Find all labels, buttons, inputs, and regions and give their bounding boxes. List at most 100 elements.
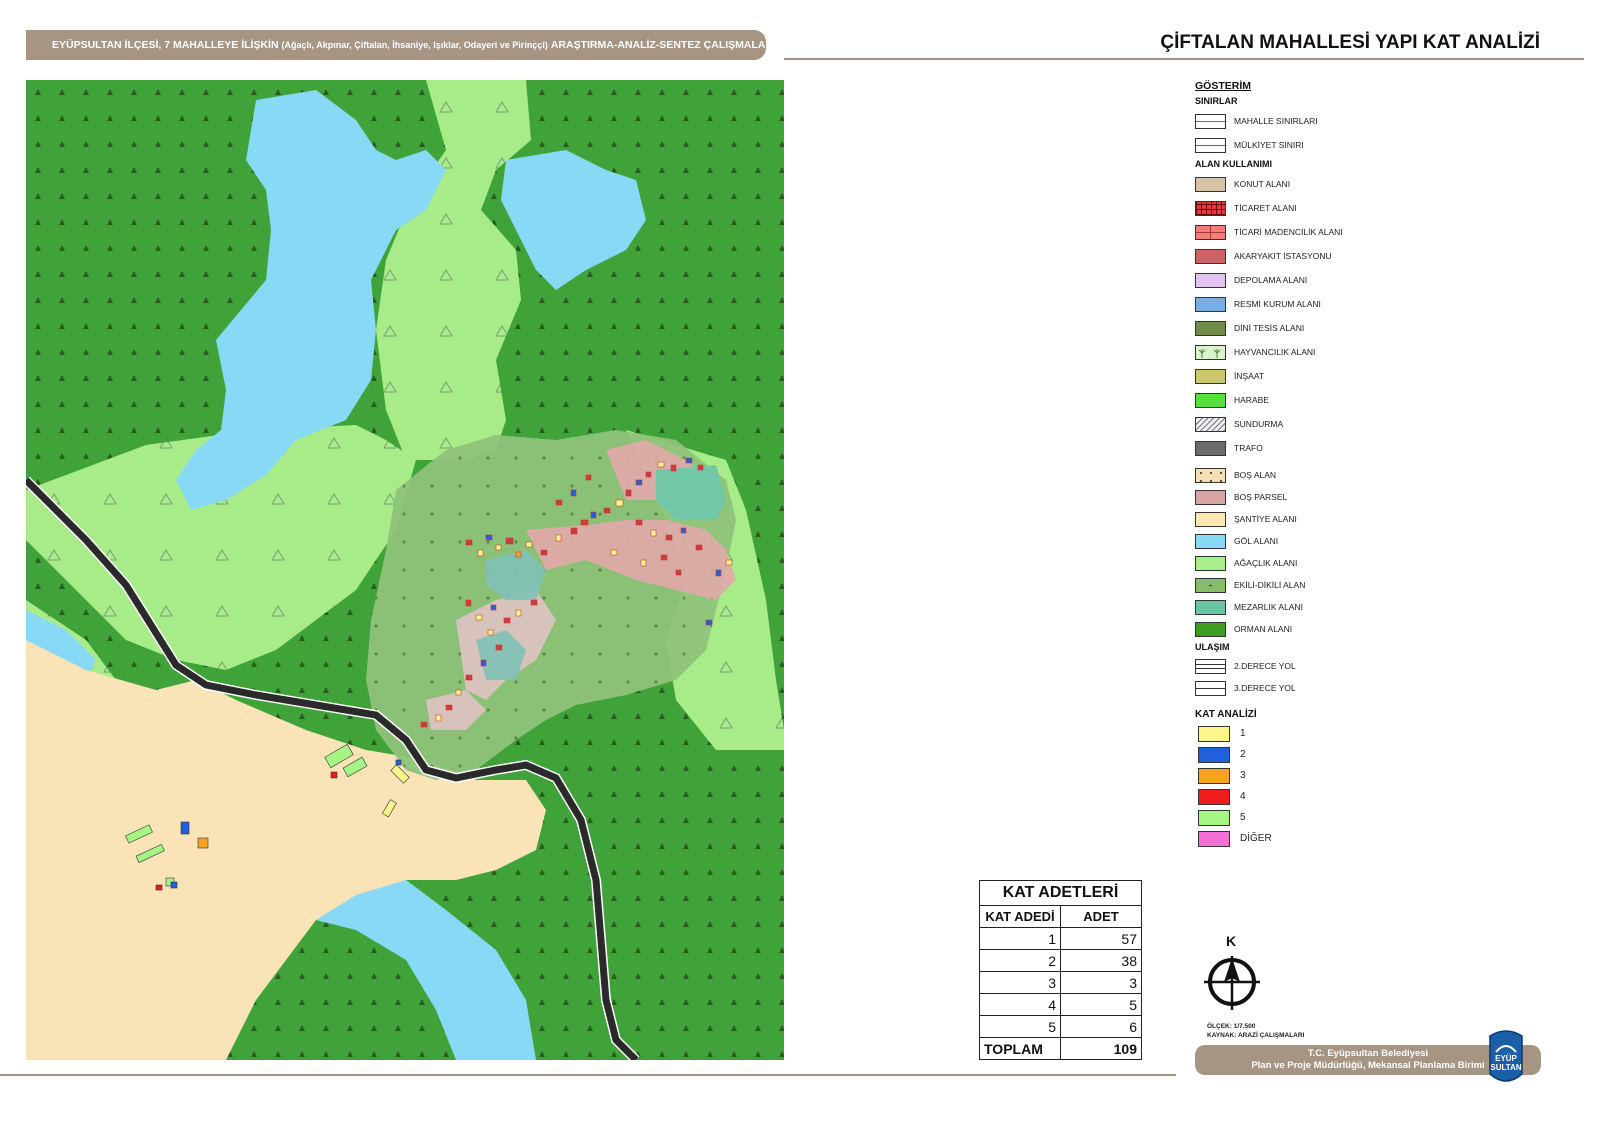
table-cell-adet: 57 bbox=[1060, 927, 1142, 950]
legend-swatch bbox=[1195, 680, 1226, 696]
legend-item: DİNİ TESİS ALANI bbox=[1195, 316, 1495, 340]
legend-swatch bbox=[1195, 489, 1226, 505]
table-cell-adet: 3 bbox=[1060, 971, 1142, 994]
legend-label: 2 bbox=[1240, 749, 1246, 760]
legend-item: SUNDURMA bbox=[1195, 412, 1495, 436]
legend-label: GÖL ALANI bbox=[1234, 536, 1279, 546]
legend-label: AKARYAKIT İSTASYONU bbox=[1234, 251, 1332, 261]
legend-item: GÖL ALANI bbox=[1195, 530, 1495, 552]
legend-swatch bbox=[1195, 248, 1226, 264]
legend-item: BOŞ PARSEL bbox=[1195, 486, 1495, 508]
legend-label: MÜLKİYET SINIRI bbox=[1234, 140, 1304, 150]
legend-label: 3 bbox=[1240, 770, 1246, 781]
legend-swatch bbox=[1195, 272, 1226, 288]
table-total-value: 109 bbox=[1060, 1037, 1142, 1060]
legend-label: 2.DERECE YOL bbox=[1234, 661, 1296, 671]
legend-section-title: SINIRLAR bbox=[1195, 96, 1238, 106]
legend-item: DEPOLAMA ALANI bbox=[1195, 268, 1495, 292]
table-row: 1 57 bbox=[979, 927, 1142, 950]
legend-swatch bbox=[1195, 658, 1226, 674]
legend-label: TİCARET ALANI bbox=[1234, 203, 1297, 213]
legend-item: HARABE bbox=[1195, 388, 1495, 412]
legend-item: 2.DERECE YOL bbox=[1195, 655, 1495, 677]
table-cell-kat: 1 bbox=[979, 927, 1061, 950]
legend-label: TİCARİ MADENCİLİK ALANI bbox=[1234, 227, 1343, 237]
logo-text-2: SULTAN bbox=[1490, 1063, 1522, 1072]
tree-icon bbox=[1198, 348, 1221, 358]
legend-item: MAHALLE SINIRLARI bbox=[1195, 109, 1495, 133]
table-cell-adet: 5 bbox=[1060, 993, 1142, 1016]
legend-swatch bbox=[1195, 392, 1226, 408]
legend-item: AĞAÇLIK ALANI bbox=[1195, 552, 1495, 574]
legend-label: RESMİ KURUM ALANI bbox=[1234, 299, 1321, 309]
legend-label: 4 bbox=[1240, 791, 1246, 802]
legend-swatch bbox=[1195, 296, 1226, 312]
scale-text: ÖLÇEK: 1/7.500 bbox=[1207, 1023, 1256, 1030]
legend-item: DİĞER bbox=[1195, 828, 1495, 849]
legend-swatch bbox=[1195, 176, 1226, 192]
project-header-bar: EYÜPSULTAN İLÇESİ, 7 MAHALLEYE İLİŞKİN (… bbox=[26, 30, 776, 60]
table-cell-adet: 6 bbox=[1060, 1015, 1142, 1038]
header-tail: ARAŞTIRMA-ANALİZ-SENTEZ ÇALIŞMALARI bbox=[550, 39, 776, 51]
legend-label: HARABE bbox=[1234, 395, 1269, 405]
table-cell-kat: 2 bbox=[979, 949, 1061, 972]
legend-label: AĞAÇLIK ALANI bbox=[1234, 558, 1298, 568]
legend-swatch bbox=[1195, 224, 1226, 240]
legend-swatch bbox=[1195, 621, 1226, 637]
legend-label: KONUT ALANI bbox=[1234, 179, 1291, 189]
legend-item: MEZARLIK ALANI bbox=[1195, 596, 1495, 618]
header-main: EYÜPSULTAN İLÇESİ, 7 MAHALLEYE İLİŞKİN bbox=[52, 39, 279, 51]
compass-icon bbox=[1204, 956, 1260, 1010]
legend-label: ŞANTİYE ALANI bbox=[1234, 514, 1297, 524]
table-header-kat: KAT ADEDİ bbox=[979, 905, 1061, 928]
legend-label: DİĞER bbox=[1240, 833, 1272, 844]
logo-text-1: EYÜP bbox=[1495, 1054, 1517, 1063]
legend-item: MÜLKİYET SINIRI bbox=[1195, 133, 1495, 157]
table-cell-kat: 5 bbox=[979, 1015, 1061, 1038]
legend-item: ORMAN ALANI bbox=[1195, 618, 1495, 640]
table-row: 3 3 bbox=[979, 971, 1142, 994]
legend-swatch bbox=[1198, 725, 1230, 742]
table-cell-adet: 38 bbox=[1060, 949, 1142, 972]
eyupsultan-logo: EYÜP SULTAN bbox=[1486, 1026, 1526, 1088]
table-cell-kat: 3 bbox=[979, 971, 1061, 994]
legend-item: 4 bbox=[1195, 786, 1495, 807]
legend-item: İNŞAAT bbox=[1195, 364, 1495, 388]
legend-label: BOŞ PARSEL bbox=[1234, 492, 1288, 502]
legend-item: KONUT ALANI bbox=[1195, 172, 1495, 196]
legend-swatch bbox=[1195, 320, 1226, 336]
legend-swatch bbox=[1195, 368, 1226, 384]
table-total-label: TOPLAM bbox=[979, 1037, 1061, 1060]
legend-label: TRAFO bbox=[1234, 443, 1263, 453]
legend-panel: GÖSTERİM SINIRLAR MAHALLE SINIRLARI MÜLK… bbox=[1195, 80, 1495, 849]
table-row: 4 5 bbox=[979, 993, 1142, 1016]
legend-item: 1 bbox=[1195, 723, 1495, 744]
header-rule bbox=[784, 58, 1584, 60]
legend-item: TİCARET ALANI bbox=[1195, 196, 1495, 220]
bottom-rule bbox=[0, 1074, 1176, 1076]
table-header-adet: ADET bbox=[1060, 905, 1142, 928]
source-text: KAYNAK: ARAZİ ÇALIŞMALARI bbox=[1207, 1032, 1305, 1039]
legend-label: DEPOLAMA ALANI bbox=[1234, 275, 1308, 285]
legend-item: AKARYAKIT İSTASYONU bbox=[1195, 244, 1495, 268]
map-canvas[interactable] bbox=[26, 80, 784, 1060]
north-arrow: K bbox=[1196, 934, 1266, 1014]
kat-legend-title: KAT ANALİZİ bbox=[1195, 709, 1257, 720]
page-title: ÇİFTALAN MAHALLESİ YAPI KAT ANALİZİ bbox=[1160, 32, 1540, 53]
legend-swatch bbox=[1195, 555, 1226, 571]
scale-block: ÖLÇEK: 1/7.500 KAYNAK: ARAZİ ÇALIŞMALARI bbox=[1207, 1022, 1304, 1040]
legend-item: 2 bbox=[1195, 744, 1495, 765]
legend-label: 5 bbox=[1240, 812, 1246, 823]
legend-swatch bbox=[1195, 113, 1226, 129]
legend-item: ŞANTİYE ALANI bbox=[1195, 508, 1495, 530]
legend-item: HAYVANCILIK ALANI bbox=[1195, 340, 1495, 364]
legend-section-title: ALAN KULLANIMI bbox=[1195, 159, 1272, 169]
map-frame[interactable] bbox=[26, 80, 784, 1060]
table-row: 5 6 bbox=[979, 1015, 1142, 1038]
legend-item: BOŞ ALAN bbox=[1195, 464, 1495, 486]
table-cell-kat: 4 bbox=[979, 993, 1061, 1016]
north-label: K bbox=[1225, 933, 1237, 949]
legend-label: MEZARLIK ALANI bbox=[1234, 602, 1303, 612]
legend-item: TİCARİ MADENCİLİK ALANI bbox=[1195, 220, 1495, 244]
legend-swatch bbox=[1198, 809, 1230, 826]
